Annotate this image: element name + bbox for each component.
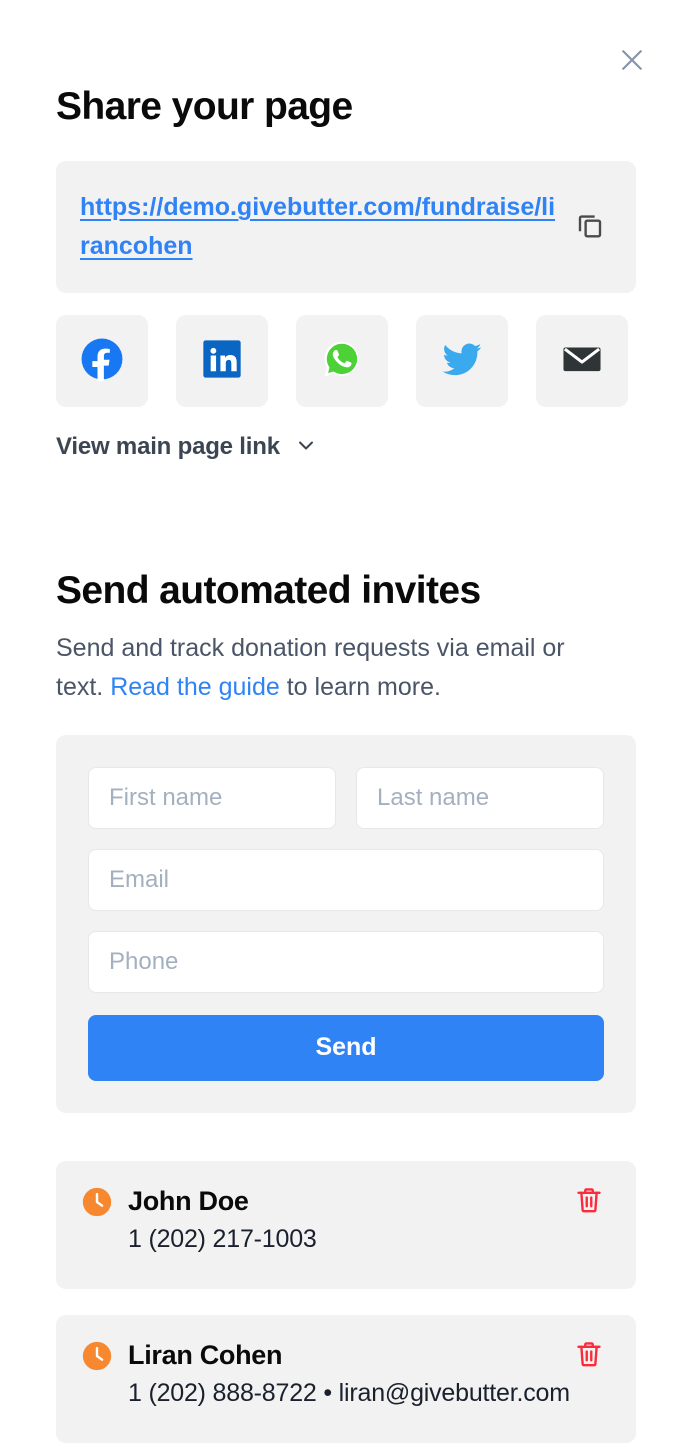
copy-link-button[interactable]	[566, 203, 614, 251]
delete-contact-button[interactable]	[570, 1183, 608, 1221]
contact-list-item: John Doe 1 (202) 217-1003	[56, 1160, 636, 1289]
social-share-row	[56, 314, 636, 407]
contact-header: John Doe	[80, 1185, 608, 1219]
trash-icon	[574, 1185, 604, 1218]
contact-list-item: Liran Cohen 1 (202) 888-8722 • liran@giv…	[56, 1314, 636, 1443]
share-url-box: https://demo.givebutter.com/fundraise/li…	[56, 160, 636, 293]
phone-input[interactable]	[88, 930, 604, 993]
email-input[interactable]	[88, 848, 604, 911]
clock-icon	[80, 1185, 114, 1219]
page-title: Share your page	[56, 85, 353, 128]
share-url-link[interactable]: https://demo.givebutter.com/fundraise/li…	[80, 188, 556, 266]
close-icon	[617, 45, 647, 75]
copy-icon	[575, 210, 605, 243]
first-name-input[interactable]	[88, 766, 336, 829]
contact-name: John Doe	[128, 1186, 249, 1217]
invite-form: Send	[56, 734, 636, 1113]
share-email-button[interactable]	[536, 314, 628, 407]
send-automated-invites-section: Send automated invites Send and track do…	[56, 568, 636, 1443]
share-twitter-button[interactable]	[416, 314, 508, 407]
whatsapp-icon	[319, 336, 365, 385]
contact-header: Liran Cohen	[80, 1339, 608, 1373]
view-main-page-link-toggle[interactable]: View main page link	[56, 433, 318, 462]
share-facebook-button[interactable]	[56, 314, 148, 407]
view-main-page-link-label: View main page link	[56, 433, 280, 461]
name-fields-row	[88, 766, 604, 829]
email-icon	[559, 336, 605, 385]
chevron-down-icon	[294, 433, 318, 462]
linkedin-icon	[201, 338, 243, 383]
delete-contact-button[interactable]	[570, 1337, 608, 1375]
twitter-icon	[438, 335, 486, 386]
invites-description: Send and track donation requests via ema…	[56, 629, 616, 707]
send-button[interactable]: Send	[88, 1014, 604, 1081]
share-page-modal: Share your page https://demo.givebutter.…	[0, 0, 692, 1450]
share-linkedin-button[interactable]	[176, 314, 268, 407]
last-name-input[interactable]	[356, 766, 604, 829]
share-whatsapp-button[interactable]	[296, 314, 388, 407]
invited-contacts-list: John Doe 1 (202) 217-1003 Liran Cohen 1 …	[56, 1160, 636, 1443]
contact-details: 1 (202) 217-1003	[128, 1224, 317, 1253]
invites-title: Send automated invites	[56, 568, 481, 612]
contact-name: Liran Cohen	[128, 1340, 283, 1371]
trash-icon	[574, 1339, 604, 1372]
clock-icon	[80, 1339, 114, 1373]
read-the-guide-link[interactable]: Read the guide	[110, 673, 280, 701]
close-button[interactable]	[608, 36, 656, 84]
invites-description-part2: to learn more.	[279, 672, 441, 701]
contact-details: 1 (202) 888-8722 • liran@givebutter.com	[128, 1378, 570, 1407]
facebook-icon	[79, 336, 125, 385]
